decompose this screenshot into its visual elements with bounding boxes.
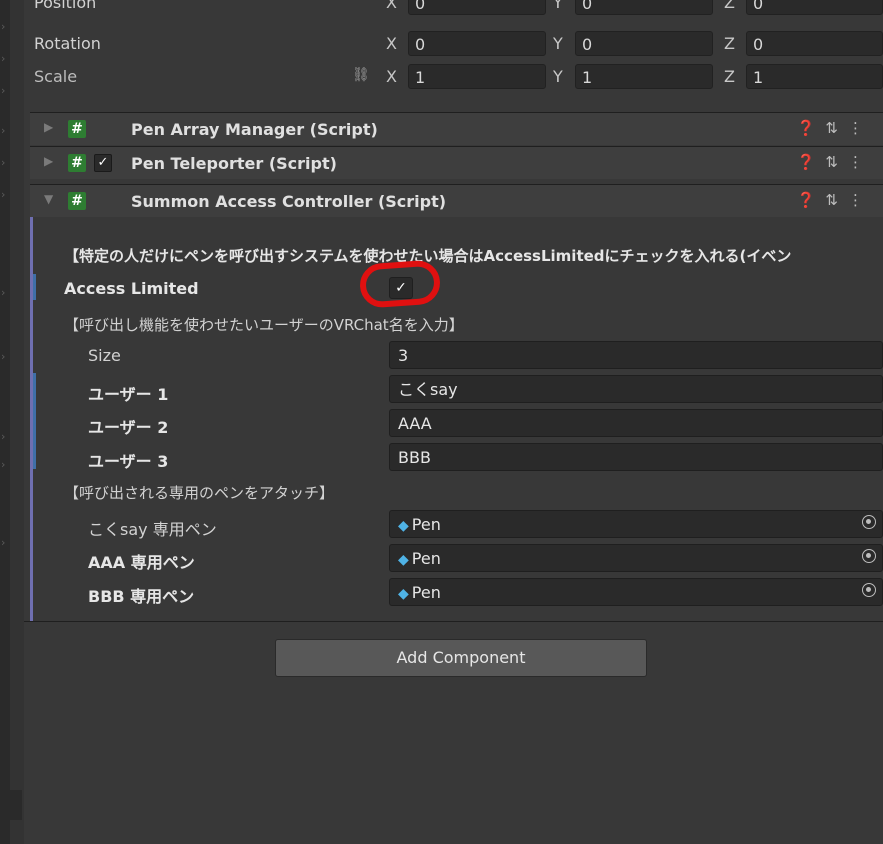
rotation-label: Rotation [34, 34, 101, 53]
component-actions: ❓⇅⋮ [797, 153, 873, 171]
hierarchy-edge [10, 0, 24, 844]
pen-3-field[interactable]: ◆ Pen [389, 578, 883, 606]
size-label: Size [88, 346, 121, 365]
rotation-x-field[interactable]: 0 [408, 31, 546, 56]
axis-z-label: Z [724, 0, 735, 12]
position-label: Position [34, 0, 97, 12]
script-icon: # [68, 154, 86, 172]
user-3-field[interactable]: BBB [389, 443, 883, 471]
pen-3-value: Pen [411, 583, 441, 602]
collapse-arrow-icon: › [1, 430, 6, 443]
users-header: 【呼び出し機能を使わせたいユーザーのVRChat名を入力】 [64, 316, 464, 334]
component-header-pen-teleporter[interactable]: ▶ # ✓ Pen Teleporter (Script) ❓⇅⋮ [30, 146, 883, 179]
scale-label: Scale [34, 67, 78, 86]
rotation-row: Rotation X 0 Y 0 Z 0 [34, 29, 883, 59]
scale-x-field[interactable]: 1 [408, 64, 546, 89]
help-icon[interactable]: ❓ [797, 119, 826, 137]
override-bar [33, 274, 36, 300]
component-title: Summon Access Controller (Script) [131, 192, 447, 211]
help-icon[interactable]: ❓ [797, 191, 826, 209]
pen-2-field[interactable]: ◆ Pen [389, 544, 883, 572]
kebab-menu-icon[interactable]: ⋮ [848, 191, 873, 209]
axis-x-label: X [386, 0, 397, 12]
position-x-field[interactable]: 0 [408, 0, 546, 15]
unlink-scale-icon[interactable]: ⛓ [352, 67, 370, 83]
collapse-arrow-icon: › [1, 536, 6, 549]
pen-2-label: AAA 専用ペン [88, 553, 195, 572]
axis-z-label: Z [724, 34, 735, 53]
position-y-field[interactable]: 0 [575, 0, 713, 15]
collapse-arrow-icon: › [1, 20, 6, 33]
collapse-arrow-icon: › [1, 188, 6, 201]
help-icon[interactable]: ❓ [797, 153, 826, 171]
user-2-field[interactable]: AAA [389, 409, 883, 437]
user-3-label: ユーザー 3 [88, 452, 169, 471]
position-row: Position X 0 Y 0 Z 0 [34, 0, 883, 18]
pen-1-label: こくsay 専用ペン [88, 520, 217, 539]
collapse-arrow-icon: › [1, 458, 6, 471]
axis-y-label: Y [553, 67, 563, 86]
component-header-summon-access-controller[interactable]: ▼ # Summon Access Controller (Script) ❓⇅… [30, 184, 883, 217]
object-picker-icon[interactable] [862, 549, 876, 563]
size-field[interactable]: 3 [389, 341, 883, 369]
prefab-cube-icon: ◆ [398, 518, 409, 534]
collapse-arrow-icon: › [1, 84, 6, 97]
user-2-label: ユーザー 2 [88, 418, 169, 437]
component-actions: ❓⇅⋮ [797, 119, 873, 137]
preset-icon[interactable]: ⇅ [825, 191, 848, 209]
component-title: Pen Array Manager (Script) [131, 120, 378, 139]
preset-icon[interactable]: ⇅ [825, 119, 848, 137]
override-bar [33, 373, 36, 469]
script-icon: # [68, 120, 86, 138]
axis-y-label: Y [553, 0, 563, 12]
collapse-arrow-icon: › [1, 124, 6, 137]
annotation-circle [358, 259, 442, 309]
access-limited-label: Access Limited [64, 279, 199, 298]
axis-z-label: Z [724, 67, 735, 86]
enable-checkbox[interactable]: ✓ [94, 154, 112, 172]
add-component-button[interactable]: Add Component [275, 639, 647, 677]
rotation-y-field[interactable]: 0 [575, 31, 713, 56]
rotation-z-field[interactable]: 0 [746, 31, 883, 56]
fold-right-icon[interactable]: ▶ [44, 120, 53, 134]
fold-down-icon[interactable]: ▼ [44, 192, 53, 206]
collapse-arrow-icon: › [1, 286, 6, 299]
user-1-field[interactable]: こくsay [389, 375, 883, 403]
user-1-label: ユーザー 1 [88, 385, 169, 404]
scale-y-field[interactable]: 1 [575, 64, 713, 89]
position-z-field[interactable]: 0 [746, 0, 883, 15]
axis-x-label: X [386, 34, 397, 53]
kebab-menu-icon[interactable]: ⋮ [848, 119, 873, 137]
axis-y-label: Y [553, 34, 563, 53]
prefab-cube-icon: ◆ [398, 586, 409, 602]
collapse-arrow-icon: › [1, 350, 6, 363]
left-gutter: › › › › › › › › › › › [0, 0, 10, 844]
component-actions: ❓⇅⋮ [797, 191, 873, 209]
object-picker-icon[interactable] [862, 515, 876, 529]
pens-header: 【呼び出される専用のペンをアタッチ】 [64, 484, 335, 502]
scrollbar-thumb[interactable] [10, 790, 22, 820]
component-header-pen-array-manager[interactable]: ▶ # Pen Array Manager (Script) ❓⇅⋮ [30, 112, 883, 145]
component-title: Pen Teleporter (Script) [131, 154, 337, 173]
collapse-arrow-icon: › [1, 156, 6, 169]
axis-x-label: X [386, 67, 397, 86]
pen-1-value: Pen [411, 515, 441, 534]
prefab-cube-icon: ◆ [398, 552, 409, 568]
scale-row: Scale ⛓ X 1 Y 1 Z 1 [34, 62, 883, 92]
pen-2-value: Pen [411, 549, 441, 568]
fold-right-icon[interactable]: ▶ [44, 154, 53, 168]
object-picker-icon[interactable] [862, 583, 876, 597]
preset-icon[interactable]: ⇅ [825, 153, 848, 171]
scale-z-field[interactable]: 1 [746, 64, 883, 89]
script-icon: # [68, 192, 86, 210]
collapse-arrow-icon: › [1, 52, 6, 65]
pen-3-label: BBB 専用ペン [88, 587, 195, 606]
divider [24, 621, 883, 622]
pen-1-field[interactable]: ◆ Pen [389, 510, 883, 538]
kebab-menu-icon[interactable]: ⋮ [848, 153, 873, 171]
